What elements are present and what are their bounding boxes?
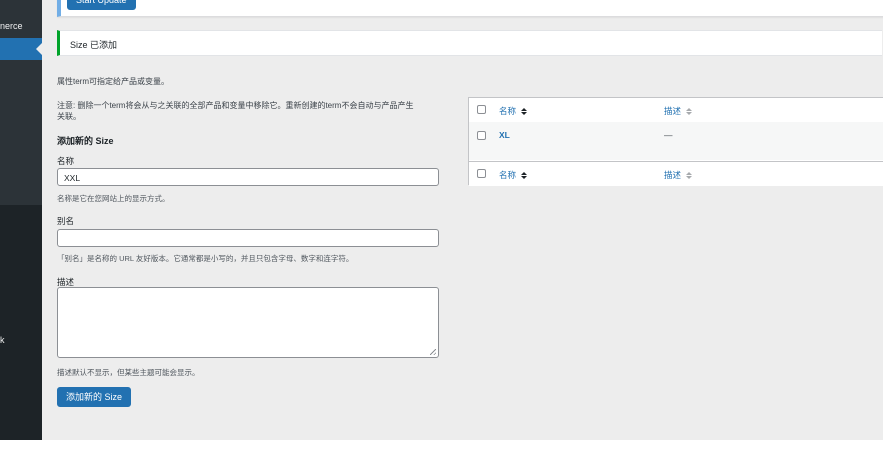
delete-note-line2: 关联。	[57, 112, 81, 121]
column-footer-description[interactable]: 描述	[664, 169, 693, 181]
column-footer-description-label: 描述	[664, 170, 682, 180]
slug-input[interactable]	[57, 229, 439, 247]
current-menu-arrow-icon	[36, 43, 42, 55]
sidebar-item-label[interactable]: k	[0, 335, 5, 345]
description-textarea[interactable]	[57, 287, 439, 358]
window-frame-bottom	[0, 440, 883, 450]
column-header-description[interactable]: 描述	[664, 105, 693, 117]
name-label: 名称	[57, 156, 75, 166]
update-notice: Start Update	[57, 0, 883, 17]
column-footer-name-label: 名称	[499, 170, 517, 180]
sort-icon	[686, 108, 693, 115]
table-row: XL —	[469, 122, 883, 160]
sidebar-item-woocommerce[interactable]: nerce	[0, 21, 23, 31]
slug-label: 别名	[57, 216, 75, 226]
table-footer-row: 名称 描述	[469, 161, 883, 186]
admin-sidebar: nerce k	[0, 0, 42, 440]
select-all-checkbox-footer[interactable]	[477, 169, 486, 178]
row-checkbox[interactable]	[477, 131, 486, 140]
terms-table: 名称 描述 XL — 名称 描述	[468, 97, 883, 186]
column-footer-name[interactable]: 名称	[499, 169, 528, 181]
sort-icon	[521, 172, 528, 179]
add-new-heading: 添加新的 Size	[57, 136, 114, 146]
add-new-size-button[interactable]: 添加新的 Size	[57, 387, 132, 407]
description-help: 描述默认不显示，但某些主题可能会显示。	[57, 368, 200, 377]
success-notice: Size 已添加	[57, 30, 882, 56]
column-header-description-label: 描述	[664, 106, 682, 116]
column-header-name-label: 名称	[499, 106, 517, 116]
name-input[interactable]: XXL	[57, 168, 439, 186]
term-name-link[interactable]: XL	[499, 130, 510, 140]
slug-description: 「别名」是名称的 URL 友好版本。它通常都是小写的，并且只包含字母、数字和连字…	[57, 254, 354, 263]
success-message: Size 已添加	[70, 40, 118, 50]
sort-icon	[686, 172, 693, 179]
delete-note-line1: 注意: 删除一个term将会从与之关联的全部产品和变量中移除它。重新创建的ter…	[57, 101, 414, 110]
table-header-row: 名称 描述	[469, 98, 883, 123]
sort-icon	[521, 108, 528, 115]
name-description: 名称是它在您网站上的显示方式。	[57, 194, 170, 203]
term-description: —	[664, 130, 673, 140]
intro-text: 属性term可指定给产品或变量。	[57, 77, 169, 86]
resize-handle-icon[interactable]	[430, 349, 436, 355]
select-all-checkbox[interactable]	[477, 105, 486, 114]
start-update-button[interactable]: Start Update	[67, 0, 136, 10]
column-header-name[interactable]: 名称	[499, 105, 528, 117]
